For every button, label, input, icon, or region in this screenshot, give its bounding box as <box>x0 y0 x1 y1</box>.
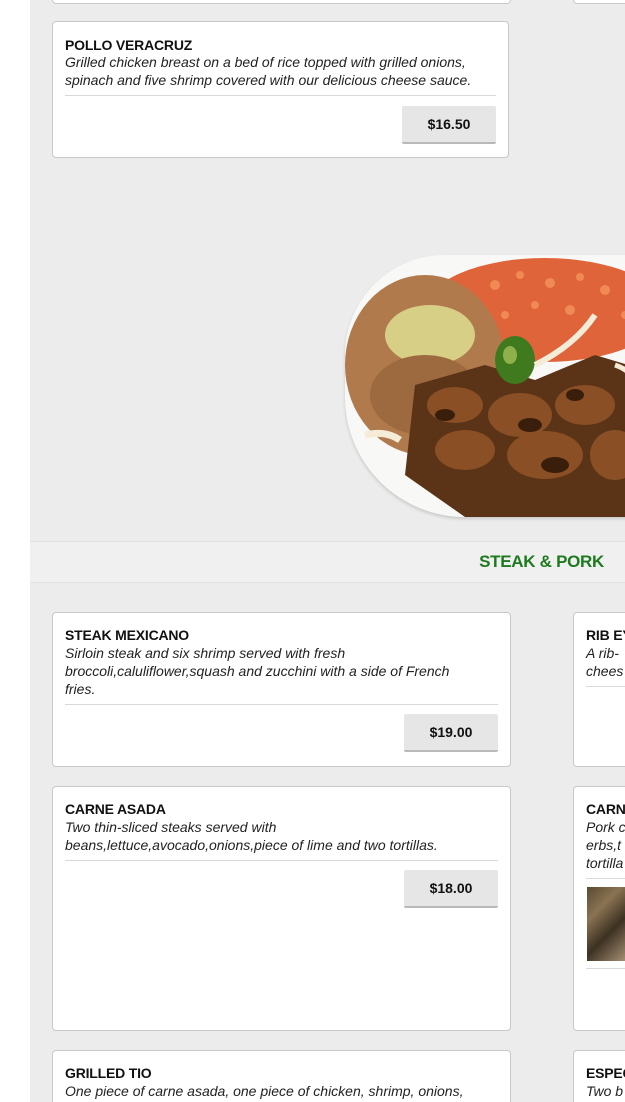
menu-item-description: Sirloin steak and six shrimp served with… <box>65 645 450 697</box>
menu-item-thumbnail[interactable] <box>587 887 625 961</box>
menu-item-card: POLLO VERACRUZ Grilled chicken breast on… <box>52 21 509 158</box>
menu-item-card: GRILLED TIO One piece of carne asada, on… <box>52 1050 511 1102</box>
menu-item-divider <box>65 704 498 705</box>
menu-item-card: CARNE ASADA Two thin-sliced steaks serve… <box>52 786 511 1031</box>
page-left-margin <box>0 0 30 1102</box>
menu-item-description: A rib- <box>586 645 619 661</box>
menu-item-card: ESPEC Two b <box>573 1050 625 1102</box>
menu-item-description: Two thin-sliced steaks served with beans… <box>65 819 438 853</box>
menu-item-title: CARNE ASADA <box>65 801 166 817</box>
menu-item-description: Pork c <box>586 819 625 835</box>
menu-item-title: STEAK MEXICANO <box>65 627 189 643</box>
menu-item-description: Two b <box>586 1083 624 1099</box>
menu-item-description: erbs,t <box>586 837 622 853</box>
menu-item-card: CARN Pork c erbs,t tortilla <box>573 786 625 1031</box>
plate-of-carne-asada-image <box>345 255 625 517</box>
section-title: STEAK & PORK <box>479 552 604 571</box>
menu-card-edge <box>573 0 625 4</box>
menu-item-divider <box>586 968 625 969</box>
menu-section-header: STEAK & PORK <box>30 541 625 583</box>
menu-item-description: One piece of carne asada, one piece of c… <box>65 1083 464 1099</box>
menu-item-card: RIB EY A rib- chees <box>573 612 625 767</box>
menu-item-divider <box>65 860 498 861</box>
menu-item-card: STEAK MEXICANO Sirloin steak and six shr… <box>52 612 511 767</box>
menu-item-title: POLLO VERACRUZ <box>65 37 193 53</box>
menu-item-title: RIB EY <box>586 627 625 643</box>
menu-item-title: ESPEC <box>586 1065 625 1081</box>
menu-item-description: tortilla <box>586 855 624 871</box>
menu-item-divider <box>586 878 625 879</box>
menu-item-divider <box>65 95 496 96</box>
menu-item-title: GRILLED TIO <box>65 1065 152 1081</box>
price-button[interactable]: $19.00 <box>404 714 498 752</box>
menu-item-description: chees <box>586 663 624 679</box>
menu-item-divider <box>586 686 625 687</box>
menu-card-edge <box>52 0 511 4</box>
menu-item-description: Grilled chicken breast on a bed of rice … <box>65 54 472 88</box>
menu-item-title: CARN <box>586 801 625 817</box>
price-button[interactable]: $16.50 <box>402 106 496 144</box>
menu-content: POLLO VERACRUZ Grilled chicken breast on… <box>30 0 625 1102</box>
price-button[interactable]: $18.00 <box>404 870 498 908</box>
